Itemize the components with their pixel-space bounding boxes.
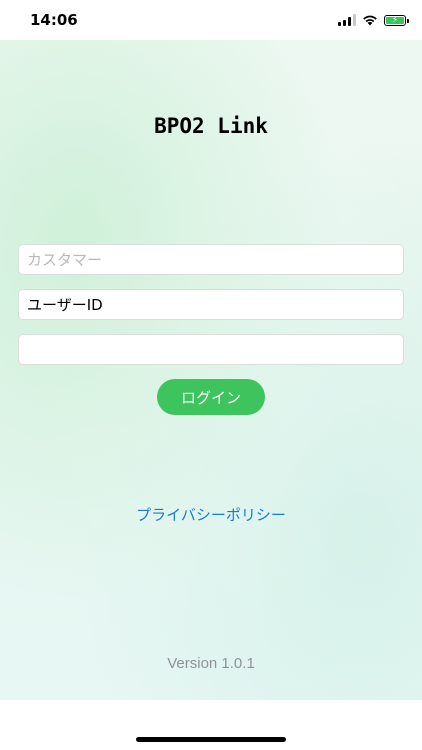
- status-time: 14:06: [30, 11, 78, 29]
- password-input[interactable]: [18, 334, 404, 365]
- customer-input[interactable]: [18, 244, 404, 275]
- app-title: BPO2 Link: [154, 114, 268, 138]
- home-indicator[interactable]: [136, 737, 286, 742]
- login-screen: BPO2 Link ログイン プライバシーポリシー Version 1.0.1: [0, 40, 422, 700]
- version-label: Version 1.0.1: [167, 655, 255, 672]
- status-bar: 14:06 ⚡: [0, 0, 422, 40]
- privacy-policy-link[interactable]: プライバシーポリシー: [0, 504, 422, 525]
- wifi-icon: [363, 15, 377, 26]
- status-icons: ⚡: [338, 12, 409, 28]
- battery-charging-icon: ⚡: [384, 14, 409, 26]
- cellular-signal-icon: [338, 14, 356, 26]
- user-id-input[interactable]: [18, 289, 404, 320]
- login-button[interactable]: ログイン: [157, 379, 265, 415]
